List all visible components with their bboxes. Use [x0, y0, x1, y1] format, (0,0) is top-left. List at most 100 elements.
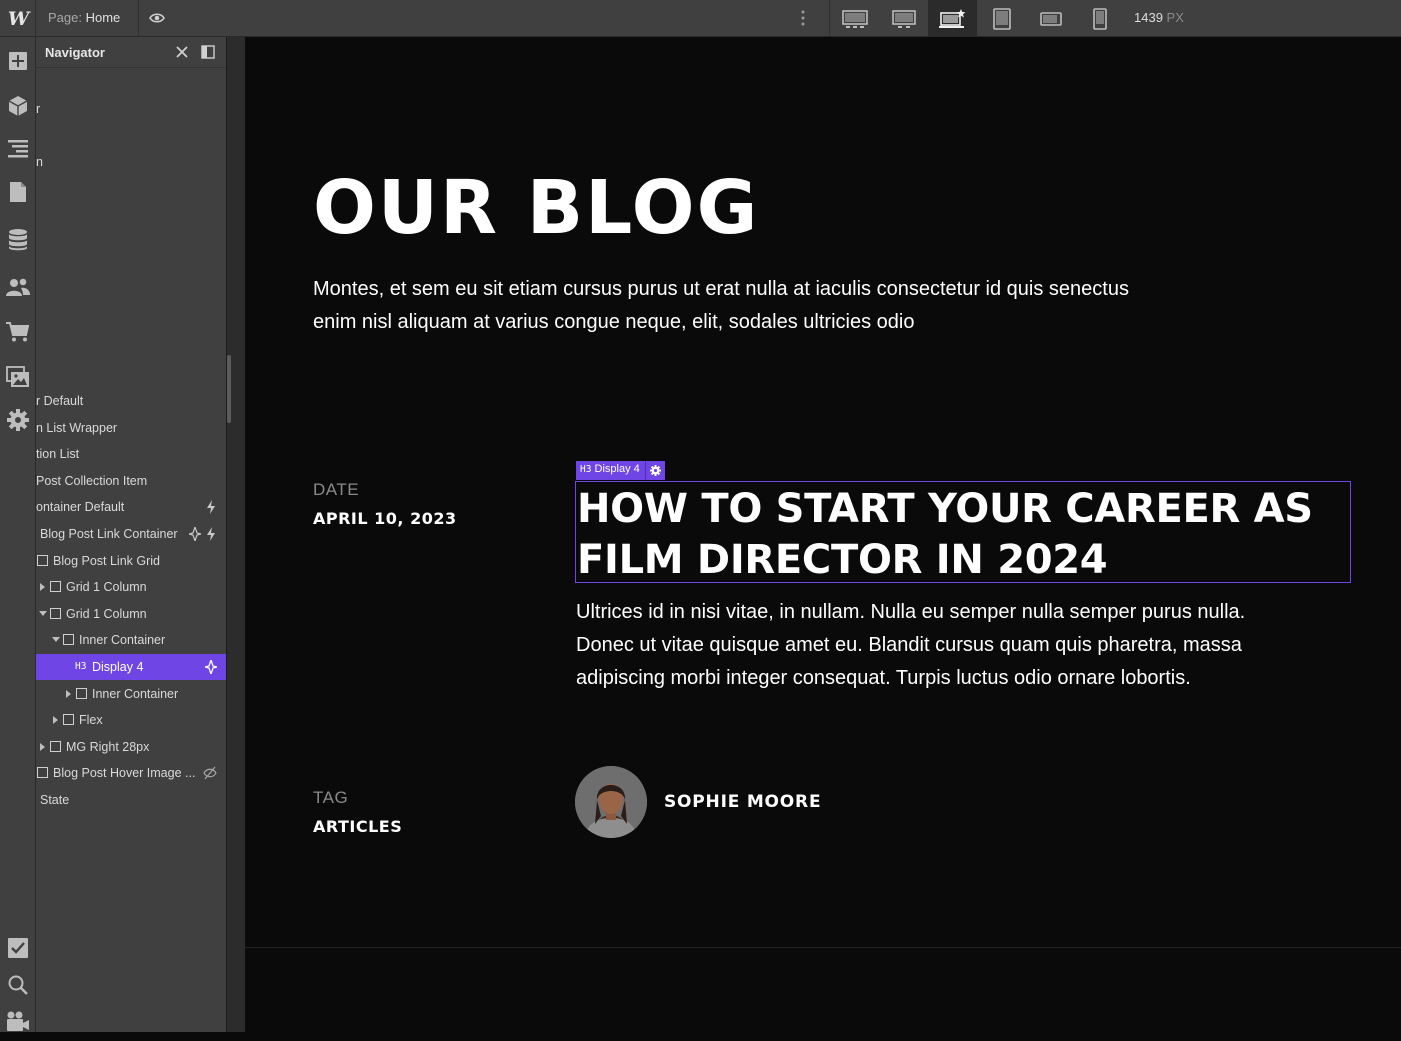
- tree-item-label: Grid 1 Column: [66, 607, 147, 621]
- collapse-caret-icon[interactable]: [52, 637, 60, 642]
- breakpoint-mobile-portrait[interactable]: [1075, 0, 1124, 37]
- page-title[interactable]: OUR BLOG: [313, 171, 759, 245]
- design-canvas[interactable]: OUR BLOG Montes, et sem eu sit etiam cur…: [245, 37, 1401, 1032]
- tree-item-label: Blog Post Link Grid: [53, 554, 160, 568]
- div-block-icon: [50, 608, 61, 619]
- author-avatar[interactable]: [575, 766, 647, 838]
- tree-item[interactable]: n: [36, 149, 226, 175]
- more-options-icon[interactable]: [796, 8, 810, 28]
- tool-components[interactable]: [0, 86, 36, 126]
- canvas-width-readout[interactable]: 1439 PX: [1134, 10, 1184, 25]
- tree-item[interactable]: n List Wrapper: [36, 415, 226, 441]
- tool-search[interactable]: [0, 965, 36, 1005]
- expand-caret-icon[interactable]: [40, 583, 45, 591]
- interaction-bolt-icon: [207, 527, 215, 541]
- expand-caret-icon[interactable]: [53, 716, 58, 724]
- tool-cms[interactable]: [0, 220, 36, 260]
- resize-grip[interactable]: [227, 355, 231, 423]
- assets-icon: [6, 366, 29, 387]
- breakpoint-bar: [829, 0, 1124, 37]
- tree-item[interactable]: State: [36, 787, 226, 813]
- video-icon: [7, 1011, 29, 1031]
- expand-caret-icon[interactable]: [40, 743, 45, 751]
- tablet-icon: [992, 7, 1011, 30]
- page-selector[interactable]: Page: Home: [48, 10, 120, 25]
- tree-item[interactable]: Post Collection Item: [36, 468, 226, 494]
- tool-tasks[interactable]: [0, 928, 36, 968]
- section-divider: [245, 947, 1401, 948]
- tree-item-label: Grid 1 Column: [66, 580, 147, 594]
- collapse-caret-icon[interactable]: [39, 611, 47, 616]
- tree-item[interactable]: Blog Post Link Grid: [36, 548, 226, 574]
- element-settings-button[interactable]: [645, 461, 665, 480]
- mobile-landscape-icon: [1039, 11, 1062, 26]
- tree-item[interactable]: Inner Container: [36, 627, 226, 653]
- tree-item-label: Flex: [79, 713, 103, 727]
- tree-item-label: ontainer Default: [36, 500, 125, 514]
- tool-video[interactable]: [0, 1001, 36, 1041]
- selection-badge-name: Display 4: [594, 463, 640, 475]
- tree-item[interactable]: Grid 1 Column: [36, 601, 226, 627]
- dock-panel-icon[interactable]: [201, 45, 215, 59]
- tag-label[interactable]: TAG: [313, 788, 348, 808]
- date-label[interactable]: DATE: [313, 480, 359, 500]
- tool-ecommerce[interactable]: [0, 312, 36, 352]
- tool-assets[interactable]: [0, 357, 36, 397]
- webflow-logo[interactable]: W: [0, 0, 36, 37]
- tree-item-label: Inner Container: [92, 687, 179, 701]
- desktop-large-icon: [891, 9, 916, 28]
- breakpoint-mobile-landscape[interactable]: [1026, 0, 1075, 37]
- tool-settings[interactable]: [0, 400, 36, 440]
- tree-item[interactable]: Grid 1 Column: [36, 574, 226, 600]
- tree-item[interactable]: Flex: [36, 707, 226, 733]
- panel-resize-handle[interactable]: [226, 37, 245, 1032]
- tool-add[interactable]: [0, 41, 36, 81]
- tool-users[interactable]: [0, 267, 36, 307]
- tree-item[interactable]: Blog Post Hover Image ...: [36, 760, 226, 786]
- selection-badge-label: H3 Display 4: [576, 461, 646, 480]
- width-value: 1439: [1134, 10, 1163, 25]
- collapse-all-icon[interactable]: [175, 45, 189, 59]
- post-excerpt[interactable]: Ultrices id in nisi vitae, in nullam. Nu…: [576, 596, 1296, 695]
- breakpoint-desktop-large[interactable]: [879, 0, 928, 37]
- tree-item-label: Blog Post Link Container: [40, 527, 178, 541]
- div-block-icon: [63, 714, 74, 725]
- tool-pages[interactable]: [0, 172, 36, 212]
- tool-navigator[interactable]: [0, 128, 36, 168]
- users-icon: [6, 278, 30, 296]
- expand-caret-icon[interactable]: [66, 690, 71, 698]
- tree-item-label: r: [36, 102, 41, 116]
- tree-item[interactable]: r Default: [36, 388, 226, 414]
- tree-item[interactable]: ontainer Default: [36, 494, 226, 520]
- breakpoint-desktop-xl[interactable]: [830, 0, 879, 37]
- post-title-heading[interactable]: HOW TO START YOUR CAREER AS FILM DIRECTO…: [575, 481, 1351, 583]
- blog-intro-paragraph[interactable]: Montes, et sem eu sit etiam cursus purus…: [313, 273, 1133, 339]
- div-block-icon: [63, 634, 74, 645]
- selection-badge[interactable]: H3 Display 4: [576, 461, 665, 480]
- logo-text: W: [7, 7, 29, 30]
- divider: [138, 0, 139, 37]
- desktop-base-star-icon: [938, 8, 965, 28]
- search-icon: [8, 975, 28, 995]
- tree-item[interactable]: Blog Post Link Container: [36, 521, 226, 547]
- tree-item[interactable]: r: [36, 96, 226, 122]
- gear-icon: [649, 465, 661, 476]
- author-portrait: [575, 766, 647, 838]
- tree-item[interactable]: MG Right 28px: [36, 734, 226, 760]
- navigator-icon: [8, 140, 28, 158]
- tag-value[interactable]: ARTICLES: [313, 817, 402, 836]
- tree-item-selected[interactable]: H3 Display 4: [36, 654, 226, 680]
- add-icon: [9, 52, 27, 70]
- tree-item-label: tion List: [36, 447, 80, 461]
- navigator-header: Navigator: [36, 37, 227, 68]
- preview-eye-icon[interactable]: [148, 9, 166, 27]
- div-block-icon: [50, 741, 61, 752]
- tree-item[interactable]: tion List: [36, 441, 226, 467]
- breakpoint-tablet[interactable]: [977, 0, 1026, 37]
- tree-item[interactable]: Inner Container: [36, 681, 226, 707]
- author-name[interactable]: SOPHIE MOORE: [664, 792, 821, 812]
- div-block-icon: [76, 688, 87, 699]
- symbol-icon: [205, 660, 217, 674]
- breakpoint-desktop-base[interactable]: [928, 0, 977, 37]
- date-value[interactable]: APRIL 10, 2023: [313, 509, 457, 528]
